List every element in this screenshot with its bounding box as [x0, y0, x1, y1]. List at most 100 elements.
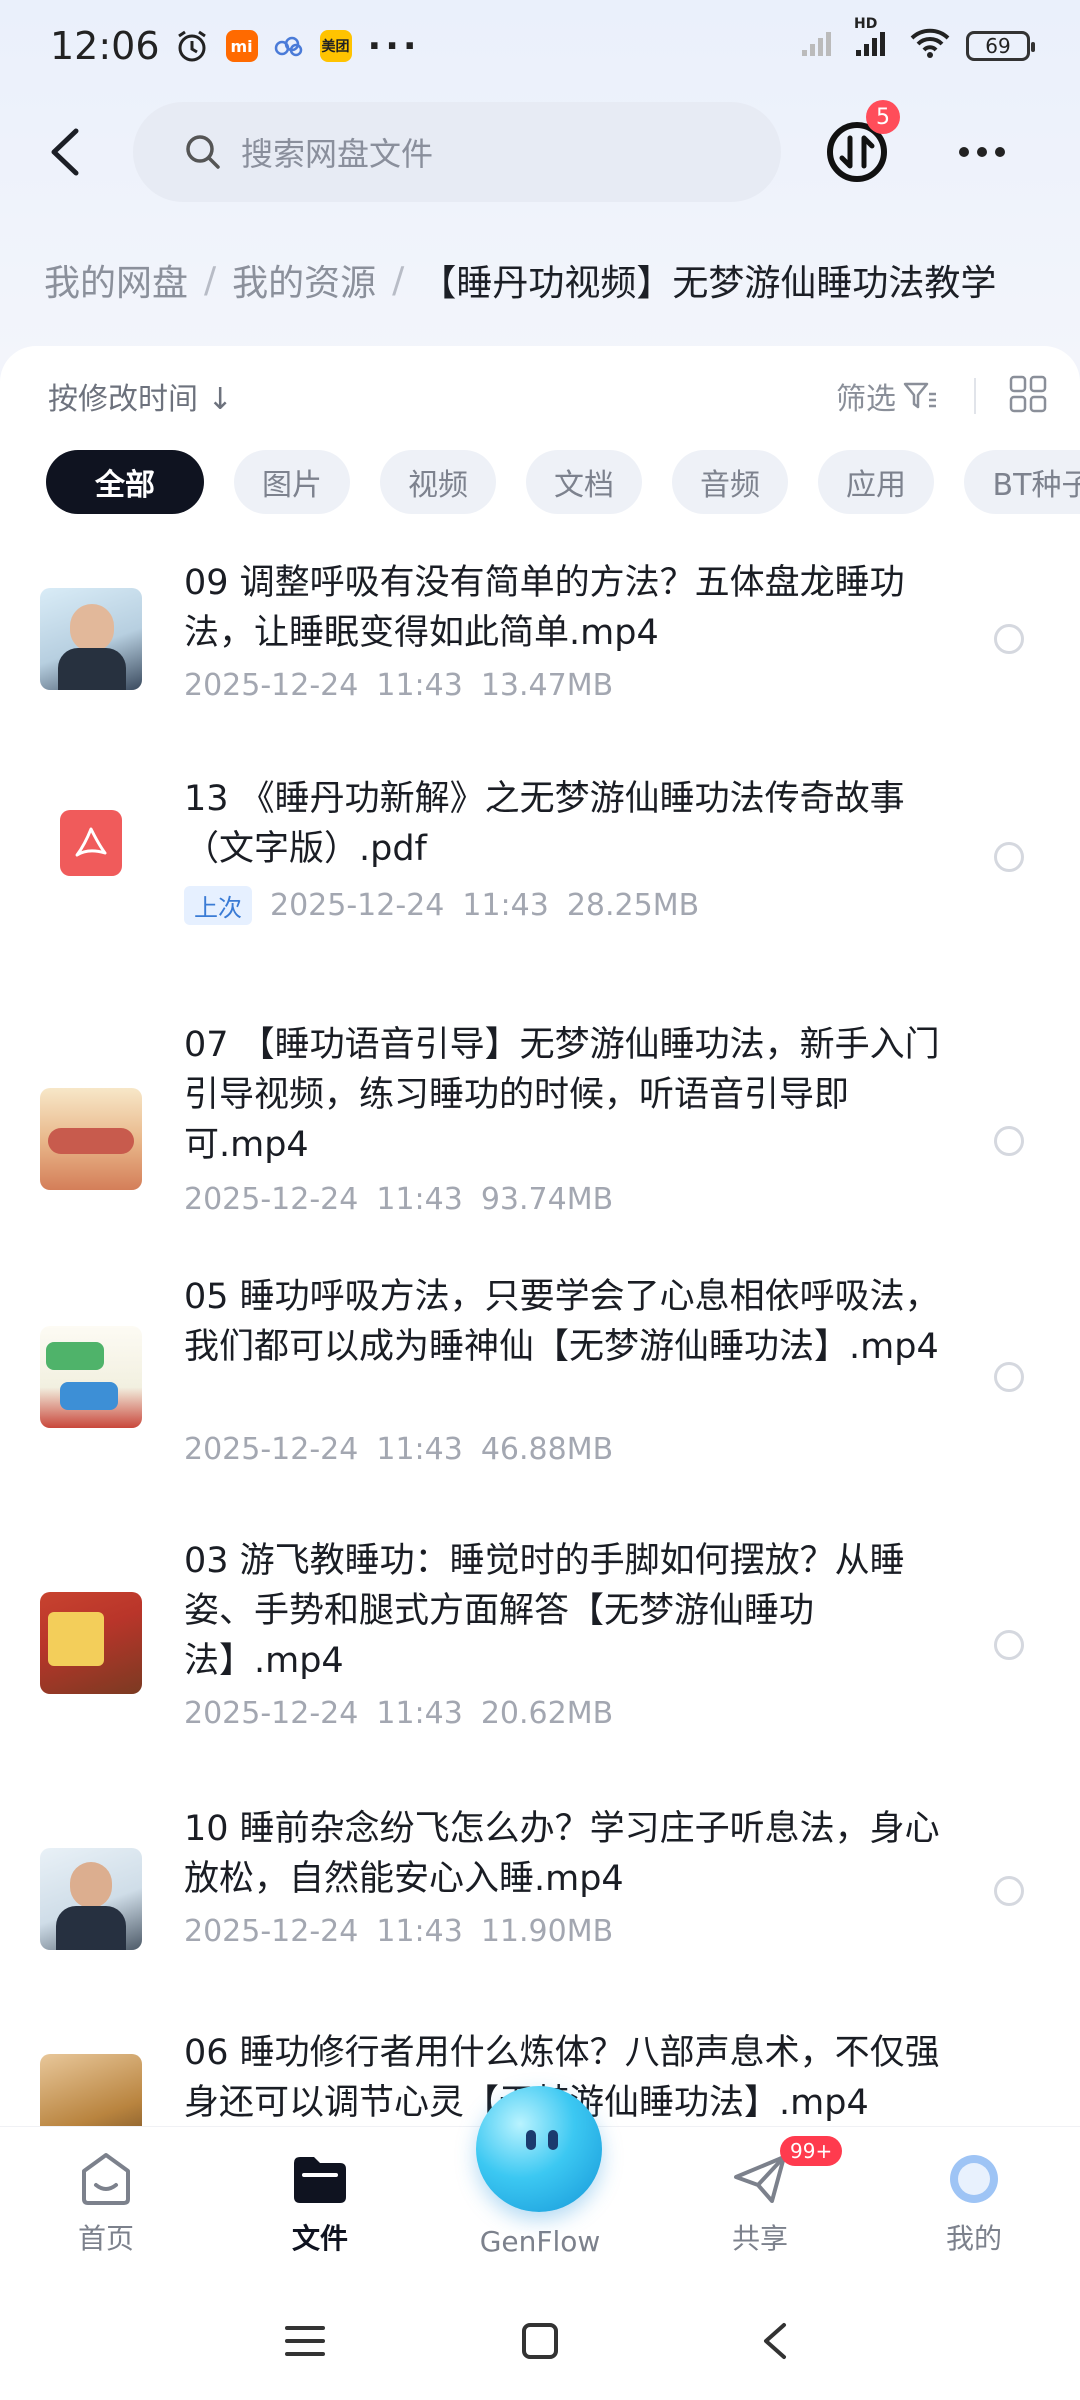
search-icon	[186, 135, 220, 169]
menu-icon	[285, 2326, 325, 2356]
wifi-icon	[908, 26, 952, 67]
video-thumbnail	[40, 588, 142, 690]
file-date: 2025-12-24	[270, 888, 445, 923]
divider	[974, 378, 976, 414]
file-size: 20.62MB	[480, 1696, 614, 1731]
file-date: 2025-12-24	[184, 1696, 359, 1731]
breadcrumb-item-resources[interactable]: 我的资源	[232, 254, 376, 306]
folder-icon	[294, 2157, 346, 2203]
hd-label: HD	[854, 15, 878, 32]
breadcrumb: 我的网盘 / 我的资源 / 【睡丹功视频】无梦游仙睡功法教学	[44, 254, 996, 306]
list-item[interactable]: 13 《睡丹功新解》之无梦游仙睡功法传奇故事（文字版）.pdf 上次 2025-…	[0, 770, 1080, 1010]
chip-bt[interactable]: BT种子	[964, 450, 1080, 514]
select-radio[interactable]	[994, 1630, 1024, 1660]
body-shape	[58, 648, 126, 690]
orb-eye	[548, 2130, 558, 2150]
chip-images[interactable]: 图片	[234, 450, 350, 514]
select-radio[interactable]	[994, 1126, 1024, 1156]
system-back-button[interactable]	[750, 2316, 800, 2366]
sort-button[interactable]: 按修改时间 ↓	[48, 374, 233, 418]
cloud-app-icon	[274, 34, 304, 58]
select-radio[interactable]	[994, 624, 1024, 654]
file-time: 11:43	[376, 1432, 463, 1467]
figure-shape	[46, 1342, 104, 1370]
nav-home-label: 首页	[77, 2222, 134, 2255]
file-list: 09 调整呼吸有没有简单的方法？五体盘龙睡功法，让睡眠变得如此简单.mp4 20…	[0, 558, 1080, 2218]
recents-button[interactable]	[280, 2316, 330, 2366]
chevron-left-icon	[764, 2323, 786, 2359]
chip-apps[interactable]: 应用	[818, 450, 934, 514]
transfer-count-badge: 5	[866, 100, 900, 134]
filter-button[interactable]: 筛选	[836, 374, 938, 418]
last-opened-tag: 上次	[184, 886, 252, 925]
category-chips: 全部 图片 视频 文档 音频 应用 BT种子	[46, 450, 1080, 514]
dot-icon	[995, 147, 1005, 157]
nav-home[interactable]: 首页	[36, 2151, 176, 2257]
grid-view-icon	[1009, 375, 1047, 413]
chip-all[interactable]: 全部	[46, 450, 204, 514]
breadcrumb-separator: /	[392, 259, 405, 301]
acrobat-icon	[75, 827, 107, 857]
orb-eye	[526, 2130, 536, 2150]
pdf-file-icon	[60, 810, 122, 876]
nav-genflow-label: GenFlow	[479, 2225, 601, 2258]
file-title: 03 游飞教睡功：睡觉时的手脚如何摆放？从睡姿、手势和腿式方面解答【无梦游仙睡功…	[184, 1541, 905, 1681]
paper-plane-icon	[734, 2155, 786, 2203]
file-title: 13 《睡丹功新解》之无梦游仙睡功法传奇故事（文字版）.pdf	[184, 779, 905, 869]
breadcrumb-item-root[interactable]: 我的网盘	[44, 254, 188, 306]
chip-audio[interactable]: 音频	[672, 450, 788, 514]
nav-files[interactable]: 文件	[250, 2151, 390, 2257]
list-item[interactable]: 03 游飞教睡功：睡觉时的手脚如何摆放？从睡姿、手势和腿式方面解答【无梦游仙睡功…	[0, 1536, 1080, 1804]
chip-videos[interactable]: 视频	[380, 450, 496, 514]
file-size: 28.25MB	[566, 888, 700, 923]
file-size: 46.88MB	[480, 1432, 614, 1467]
genflow-orb-icon[interactable]	[476, 2086, 602, 2212]
file-size: 93.74MB	[480, 1182, 614, 1217]
file-meta: 上次 2025-12-24 11:43 28.25MB	[184, 886, 699, 925]
list-item[interactable]: 05 睡功呼吸方法，只要学会了心息相依呼吸法，我们都可以成为睡神仙【无梦游仙睡功…	[0, 1272, 1080, 1536]
profile-avatar-icon	[950, 2155, 998, 2203]
list-item[interactable]: 09 调整呼吸有没有简单的方法？五体盘龙睡功法，让睡眠变得如此简单.mp4 20…	[0, 558, 1080, 770]
search-placeholder: 搜索网盘文件	[241, 135, 434, 173]
status-bar: 12:06 mi 美团 ··· HD 69	[0, 0, 1080, 92]
signal-weak-icon	[800, 26, 840, 67]
nav-profile[interactable]: 我的	[904, 2151, 1044, 2257]
square-icon	[522, 2323, 558, 2359]
alarm-icon	[174, 28, 210, 64]
search-input[interactable]: 搜索网盘文件	[133, 102, 781, 202]
list-item[interactable]: 10 睡前杂念纷飞怎么办？学习庄子听息法，身心放松，自然能安心入睡.mp4 20…	[0, 1804, 1080, 2018]
file-date: 2025-12-24	[184, 1432, 359, 1467]
list-item[interactable]: 07 【睡功语音引导】无梦游仙睡功法，新手入门引导视频，练习睡功的时候，听语音引…	[0, 1010, 1080, 1272]
file-title: 09 调整呼吸有没有简单的方法？五体盘龙睡功法，让睡眠变得如此简单.mp4	[184, 563, 905, 653]
back-button[interactable]	[36, 122, 96, 182]
video-thumbnail	[40, 1088, 142, 1190]
nav-share[interactable]: 共享	[690, 2151, 830, 2257]
share-count-badge: 99+	[780, 2136, 843, 2166]
filter-icon	[903, 382, 936, 409]
more-notifications-icon: ···	[367, 25, 421, 67]
file-time: 11:43	[376, 1696, 463, 1731]
battery-level: 69	[985, 34, 1011, 58]
file-title: 10 睡前杂念纷飞怎么办？学习庄子听息法，身心放松，自然能安心入睡.mp4	[184, 1809, 940, 1899]
chip-documents[interactable]: 文档	[526, 450, 642, 514]
file-size: 11.90MB	[480, 1914, 614, 1949]
file-time: 11:43	[376, 668, 463, 703]
face-shape	[70, 604, 114, 652]
file-meta: 2025-12-24 11:43 20.62MB	[184, 1696, 613, 1731]
figure-shape	[60, 1382, 118, 1410]
grid-view-button[interactable]	[1008, 374, 1048, 418]
nav-genflow[interactable]: GenFlow	[470, 2225, 610, 2258]
header: 搜索网盘文件 5	[0, 100, 1080, 204]
meituan-app-icon: 美团	[319, 30, 352, 62]
video-thumbnail	[40, 1326, 142, 1428]
file-meta: 2025-12-24 11:43 13.47MB	[184, 668, 613, 703]
more-options-button[interactable]	[950, 130, 1014, 174]
home-button[interactable]	[515, 2316, 565, 2366]
chevron-left-icon	[51, 128, 79, 176]
select-radio[interactable]	[994, 1876, 1024, 1906]
file-time: 11:43	[462, 888, 549, 923]
file-time: 11:43	[376, 1914, 463, 1949]
status-time: 12:06	[50, 24, 160, 68]
select-radio[interactable]	[994, 842, 1024, 872]
select-radio[interactable]	[994, 1362, 1024, 1392]
